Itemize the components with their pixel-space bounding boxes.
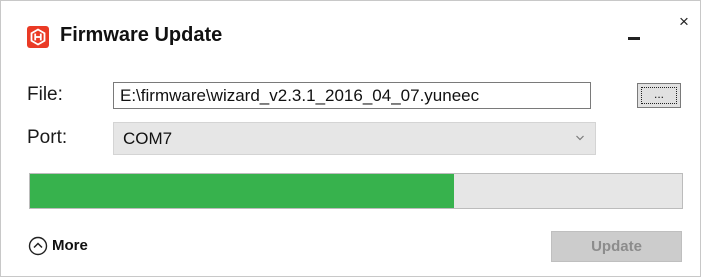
minimize-button[interactable] xyxy=(621,19,649,47)
close-button[interactable]: × xyxy=(673,13,695,35)
yuneec-logo-icon xyxy=(27,26,49,48)
firmware-update-window: Firmware Update × File: ... Port: COM7 M… xyxy=(0,0,701,277)
file-path-field[interactable] xyxy=(113,82,591,109)
update-button[interactable]: Update xyxy=(551,231,682,262)
browse-button-label: ... xyxy=(641,87,677,104)
close-icon: × xyxy=(679,12,689,31)
chevron-up-circle-icon xyxy=(28,236,48,256)
file-label: File: xyxy=(27,84,63,105)
progress-bar xyxy=(29,173,683,209)
minimize-icon xyxy=(628,37,640,40)
progress-fill xyxy=(30,174,454,208)
port-dropdown[interactable]: COM7 xyxy=(113,122,596,155)
title-bar: Firmware Update × xyxy=(1,1,700,65)
browse-button[interactable]: ... xyxy=(637,83,681,108)
chevron-down-icon xyxy=(576,135,584,141)
window-title: Firmware Update xyxy=(60,24,223,46)
port-label: Port: xyxy=(27,127,68,148)
more-label: More xyxy=(52,237,88,254)
port-selected-value: COM7 xyxy=(123,129,173,148)
